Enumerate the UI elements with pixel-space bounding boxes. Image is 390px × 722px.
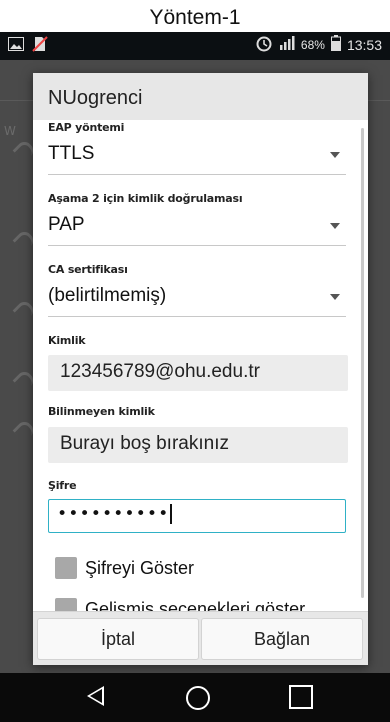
connect-button[interactable]: Bağlan [201, 618, 363, 660]
battery-icon [330, 35, 341, 54]
phase2-auth-value: PAP [48, 214, 85, 235]
image-icon [8, 37, 24, 56]
chevron-down-icon [330, 294, 340, 300]
eap-method-select[interactable]: TTLS [48, 136, 346, 175]
wifi-list-edge-text: W [4, 124, 16, 138]
dialog-body[interactable]: EAP yöntemi TTLS Aşama 2 için kimlik doğ… [33, 120, 368, 612]
cancel-button[interactable]: İptal [37, 618, 199, 660]
ca-cert-value: (belirtilmemiş) [48, 285, 167, 306]
identity-label: Kimlik [48, 334, 86, 347]
wifi-config-dialog: NUogrenci EAP yöntemi TTLS Aşama 2 için … [33, 73, 368, 665]
dialog-title: NUogrenci [33, 73, 368, 120]
show-password-label: Şifreyi Göster [85, 557, 195, 578]
eap-method-value: TTLS [48, 143, 95, 164]
password-field[interactable]: •••••••••• [48, 499, 346, 533]
eap-method-label: EAP yöntemi [48, 121, 125, 134]
alarm-icon [255, 34, 273, 55]
checkbox-box[interactable] [55, 557, 77, 579]
checkbox-box[interactable] [55, 598, 77, 612]
navigation-bar [0, 673, 390, 722]
advanced-options-label: Gelişmiş seçenekleri göster [85, 598, 306, 613]
back-icon[interactable] [87, 686, 104, 706]
chevron-down-icon [330, 152, 340, 158]
caption: Yöntem-1 [0, 0, 390, 32]
advanced-options-checkbox[interactable]: Gelişmiş seçenekleri göster [55, 598, 305, 612]
phase2-auth-select[interactable]: PAP [48, 207, 346, 246]
password-value: •••••••••• [57, 504, 170, 524]
show-password-checkbox[interactable]: Şifreyi Göster [55, 557, 194, 579]
password-label: Şifre [48, 479, 77, 492]
battery-percent: 68% [300, 37, 325, 52]
anonymous-identity-field[interactable]: Burayı boş bırakınız [48, 427, 348, 463]
home-icon[interactable] [186, 686, 210, 710]
scrollbar[interactable] [361, 128, 364, 598]
text-cursor [170, 504, 173, 524]
ca-cert-select[interactable]: (belirtilmemiş) [48, 278, 346, 317]
phase2-auth-label: Aşama 2 için kimlik doğrulaması [48, 192, 243, 205]
anonymous-identity-value: Burayı boş bırakınız [60, 433, 229, 454]
clock: 13:53 [346, 36, 382, 53]
signal-icon [279, 35, 295, 54]
ca-cert-label: CA sertifikası [48, 263, 128, 276]
chevron-down-icon [330, 223, 340, 229]
identity-field[interactable]: 123456789@ohu.edu.tr [48, 355, 348, 391]
recent-apps-icon[interactable] [289, 685, 313, 709]
anonymous-identity-label: Bilinmeyen kimlik [48, 405, 155, 418]
dialog-footer: İptal Bağlan [33, 611, 368, 665]
no-sim-icon [32, 36, 48, 57]
status-bar: 68% 13:53 [0, 32, 390, 60]
identity-value: 123456789@ohu.edu.tr [60, 361, 260, 382]
